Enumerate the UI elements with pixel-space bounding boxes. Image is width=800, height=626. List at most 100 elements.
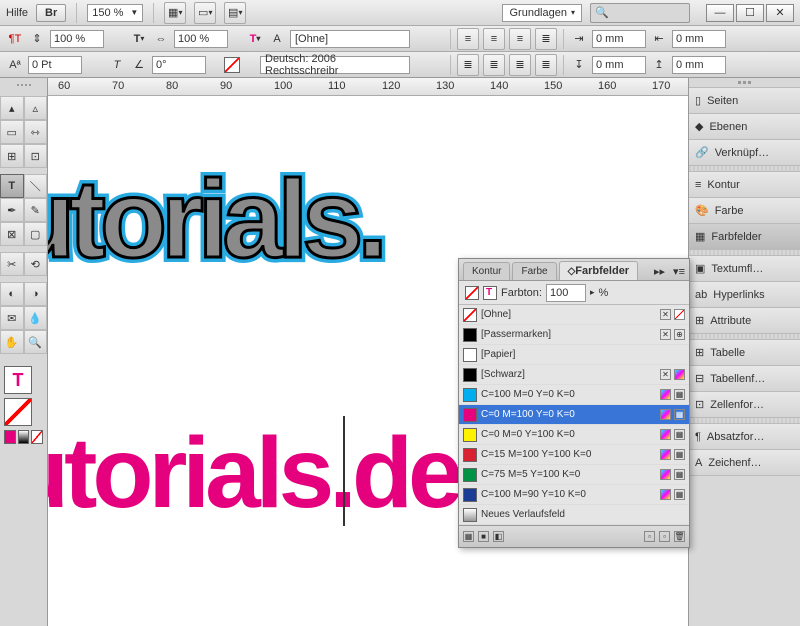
- swatch-row[interactable]: C=15 M=100 Y=100 K=0▦: [459, 445, 689, 465]
- stroke-proxy[interactable]: T: [483, 286, 497, 300]
- indent2-field[interactable]: 0 mm: [672, 30, 726, 48]
- rect-frame-tool[interactable]: ⊠: [0, 222, 24, 246]
- note-tool[interactable]: ✉: [0, 306, 24, 330]
- view-options-icon[interactable]: ▦▾: [164, 2, 186, 24]
- tab-kontur[interactable]: Kontur: [463, 262, 510, 280]
- panel-attribute[interactable]: ⊞Attribute: [689, 308, 800, 334]
- gap-tool[interactable]: ⇿: [24, 120, 48, 144]
- language-dropdown[interactable]: Deutsch: 2006 Rechtsschreibr: [260, 56, 410, 74]
- char-style-dropdown[interactable]: [Ohne]: [290, 30, 410, 48]
- workspace-switcher[interactable]: Grundlagen▾: [502, 4, 582, 22]
- panel-ebenen[interactable]: ◆Ebenen: [689, 114, 800, 140]
- panel-hyperlinks[interactable]: abHyperlinks: [689, 282, 800, 308]
- justify-icon[interactable]: ≣: [535, 28, 557, 50]
- indent-field[interactable]: 0 mm: [592, 30, 646, 48]
- panel-farbe[interactable]: 🎨Farbe: [689, 198, 800, 224]
- align-left-icon[interactable]: ≡: [457, 28, 479, 50]
- selection-tool[interactable]: ▴: [0, 96, 24, 120]
- page-tool[interactable]: ▭: [0, 120, 24, 144]
- align-right-icon[interactable]: ≡: [509, 28, 531, 50]
- hand-tool[interactable]: ✋: [0, 330, 24, 354]
- char-panel-icon[interactable]: ¶T: [6, 30, 24, 48]
- justify3-icon[interactable]: ≣: [483, 54, 505, 76]
- show-color-icon[interactable]: ■: [478, 531, 489, 542]
- gradient-swatch-tool[interactable]: ◐: [0, 282, 24, 306]
- apply-none-button[interactable]: [31, 430, 43, 444]
- content-tool[interactable]: ⊞: [0, 144, 24, 168]
- rect-tool[interactable]: ▢: [24, 222, 48, 246]
- swatch-row[interactable]: [Schwarz]✕: [459, 365, 689, 385]
- fill-proxy[interactable]: [465, 286, 479, 300]
- new-swatch2-icon[interactable]: ▫: [659, 531, 670, 542]
- magenta-text[interactable]: utorials.de: [48, 416, 459, 531]
- panel-textumfl[interactable]: ▣Textumfl…: [689, 256, 800, 282]
- dock-grip[interactable]: [689, 78, 800, 88]
- swatch-row[interactable]: [Papier]: [459, 345, 689, 365]
- apply-color-button[interactable]: [4, 430, 16, 444]
- show-gradient-icon[interactable]: ◧: [493, 531, 504, 542]
- new-swatch-icon[interactable]: ▫: [644, 531, 655, 542]
- direct-select-tool[interactable]: ▵: [24, 96, 48, 120]
- swatch-row[interactable]: C=75 M=5 Y=100 K=0▦: [459, 465, 689, 485]
- eyedropper-tool[interactable]: 💧: [24, 306, 48, 330]
- none-stroke-icon[interactable]: [224, 57, 240, 73]
- pen-tool[interactable]: ✒: [0, 198, 24, 222]
- line-tool[interactable]: ＼: [24, 174, 48, 198]
- scale-x-field[interactable]: 100 %: [174, 30, 228, 48]
- fill-t-icon[interactable]: T▾: [130, 30, 148, 48]
- panel-seiten[interactable]: ▯Seiten: [689, 88, 800, 114]
- show-all-icon[interactable]: ▦: [463, 531, 474, 542]
- swatch-row[interactable]: C=0 M=100 Y=0 K=0▦: [459, 405, 689, 425]
- delete-swatch-icon[interactable]: 🗑: [674, 531, 685, 542]
- swatch-row[interactable]: [Ohne]✕: [459, 305, 689, 325]
- space-after-field[interactable]: 0 mm: [672, 56, 726, 74]
- search-field[interactable]: 🔍: [590, 3, 690, 23]
- scissors-tool[interactable]: ✂: [0, 252, 24, 276]
- panel-absatzfor[interactable]: ¶Absatzfor…: [689, 424, 800, 450]
- collapse-icon[interactable]: ▸▸: [650, 263, 669, 280]
- minimize-button[interactable]: —: [706, 4, 734, 22]
- tab-farbfelder[interactable]: ◇Farbfelder: [559, 261, 639, 280]
- panel-grip[interactable]: [0, 84, 47, 92]
- tab-farbe[interactable]: Farbe: [512, 262, 556, 280]
- help-menu[interactable]: Hilfe: [6, 7, 28, 19]
- bridge-button[interactable]: Br: [36, 4, 66, 22]
- swatch-row[interactable]: C=100 M=0 Y=0 K=0▦: [459, 385, 689, 405]
- justify5-icon[interactable]: ≣: [535, 54, 557, 76]
- gradient-feather-tool[interactable]: ◑: [24, 282, 48, 306]
- content2-tool[interactable]: ⊡: [24, 144, 48, 168]
- swatch-row[interactable]: [Passermarken]✕⊕: [459, 325, 689, 345]
- panel-zeichenfor[interactable]: AZeichenf…: [689, 450, 800, 476]
- justify4-icon[interactable]: ≣: [509, 54, 531, 76]
- space-before-field[interactable]: 0 mm: [592, 56, 646, 74]
- align-center-icon[interactable]: ≡: [483, 28, 505, 50]
- zoom-dropdown[interactable]: 150 %▼: [87, 4, 143, 22]
- panel-tabellenfor[interactable]: ⊟Tabellenf…: [689, 366, 800, 392]
- pencil-tool[interactable]: ✎: [24, 198, 48, 222]
- screen-mode-icon[interactable]: ▭▾: [194, 2, 216, 24]
- apply-gradient-button[interactable]: [18, 430, 30, 444]
- swatch-row[interactable]: C=0 M=0 Y=100 K=0▦: [459, 425, 689, 445]
- panel-menu-icon[interactable]: ▾≡: [669, 263, 689, 280]
- zoom-tool[interactable]: 🔍: [24, 330, 48, 354]
- leading-field[interactable]: 0 Pt: [28, 56, 82, 74]
- skew-field[interactable]: 0°: [152, 56, 206, 74]
- justify2-icon[interactable]: ≣: [457, 54, 479, 76]
- fill-swatch[interactable]: T: [4, 366, 32, 394]
- panel-kontur[interactable]: ≡Kontur: [689, 172, 800, 198]
- tint-field[interactable]: 100: [546, 284, 586, 302]
- stroke-swatch[interactable]: [4, 398, 32, 426]
- scale-y-field[interactable]: 100 %: [50, 30, 104, 48]
- maximize-button[interactable]: ☐: [736, 4, 764, 22]
- type-tool[interactable]: T: [0, 174, 24, 198]
- panel-farbfelder[interactable]: ▦Farbfelder: [689, 224, 800, 250]
- textcolor-icon[interactable]: T▾: [246, 30, 264, 48]
- swatch-row[interactable]: C=100 M=90 Y=10 K=0▦: [459, 485, 689, 505]
- new-gradient-row[interactable]: Neues Verlaufsfeld: [459, 505, 689, 525]
- panel-zellenfor[interactable]: ⊡Zellenfor…: [689, 392, 800, 418]
- arrange-icon[interactable]: ▤▾: [224, 2, 246, 24]
- transform-tool[interactable]: ⟲: [24, 252, 48, 276]
- panel-verknuepf[interactable]: 🔗Verknüpf…: [689, 140, 800, 166]
- close-button[interactable]: ✕: [766, 4, 794, 22]
- panel-tabelle[interactable]: ⊞Tabelle: [689, 340, 800, 366]
